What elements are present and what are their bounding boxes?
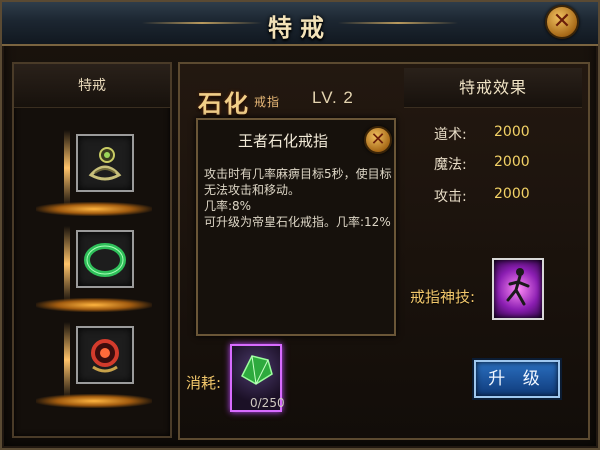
ring-list-panel: 特戒: [12, 62, 172, 438]
ring-subtitle: 戒指: [254, 95, 281, 109]
tooltip-close-button[interactable]: ✕: [364, 126, 392, 154]
ring-slot-green[interactable]: [36, 226, 152, 312]
stat-label: 魔法:: [434, 157, 467, 173]
consume-label: 消耗:: [186, 374, 222, 392]
consume-count: 0/250: [250, 396, 285, 410]
tooltip-description: 攻击时有几率麻痹目标5秒，使目标无法攻击和移动。 几率:8% 可升级为帝皇石化戒…: [204, 167, 392, 229]
close-button[interactable]: ✕: [545, 5, 579, 39]
stat-row: 道术: 2000: [404, 124, 582, 148]
ring-level: LV. 2: [312, 88, 354, 107]
effects-header: 特戒效果: [404, 68, 582, 108]
stat-row: 攻击: 2000: [404, 186, 582, 210]
ring-tooltip: 王者石化戒指 ✕ 攻击时有几率麻痹目标5秒，使目标无法攻击和移动。 几率:8% …: [196, 118, 396, 336]
green-bangle-icon: [76, 230, 134, 288]
stat-label: 道术:: [434, 127, 467, 143]
close-icon: ✕: [552, 9, 572, 34]
ring-slot-red[interactable]: [36, 322, 152, 408]
ring-name: 石化: [198, 89, 250, 118]
paralysis-ring-icon: [76, 134, 134, 192]
stat-value: 2000: [494, 154, 530, 170]
ring-list-header: 特戒: [14, 64, 170, 108]
ring-skill-icon[interactable]: [492, 258, 544, 320]
stat-value: 2000: [494, 186, 530, 202]
red-ring-icon: [76, 326, 134, 384]
tooltip-title: 王者石化戒指: [237, 132, 328, 150]
title-bar: 特戒: [2, 2, 598, 46]
skill-label: 戒指神技:: [410, 288, 476, 306]
upgrade-button[interactable]: 升 级: [474, 360, 560, 398]
stat-row: 魔法: 2000: [404, 154, 582, 178]
ring-slot-paralysis[interactable]: [36, 130, 152, 216]
window-title: 特戒: [268, 14, 332, 42]
close-icon: ✕: [370, 129, 386, 150]
stat-label: 攻击:: [434, 189, 467, 205]
stat-value: 2000: [494, 124, 530, 140]
